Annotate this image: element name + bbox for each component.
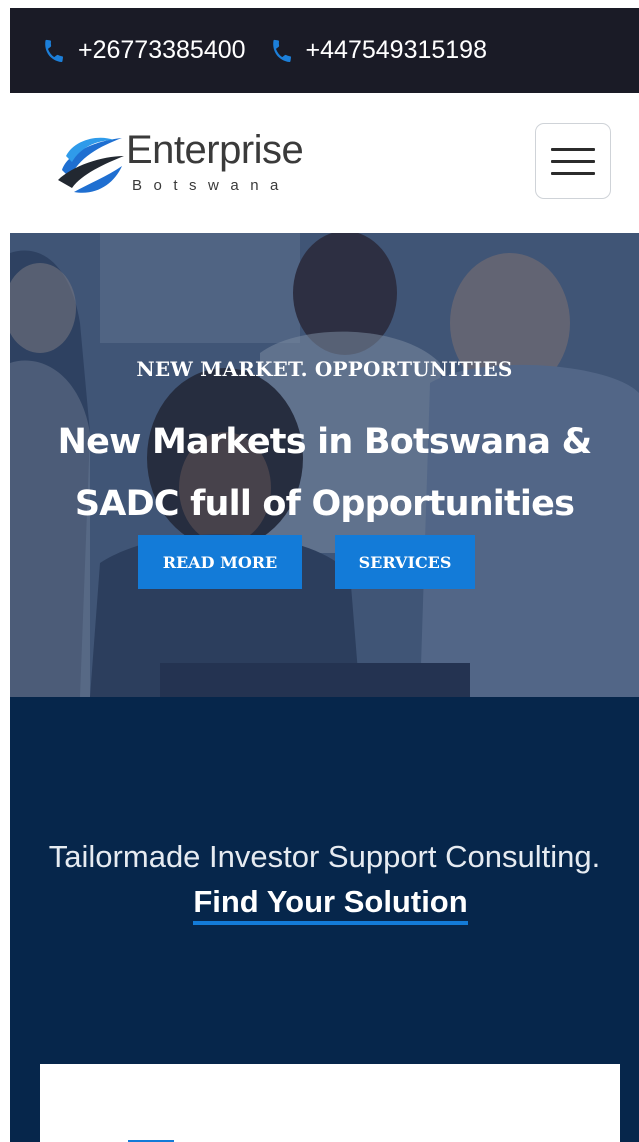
logo-subtitle: Botswana (132, 177, 290, 194)
hero-banner: NEW MARKET. OPPORTUNITIES New Markets in… (10, 233, 639, 697)
page: +26773385400 +447549315198 Enterprise Bo… (10, 8, 639, 1142)
hamburger-menu-button[interactable] (535, 123, 611, 199)
hamburger-menu-icon (551, 147, 595, 151)
logo-name: Enterprise (126, 128, 304, 172)
phone-number: +26773385400 (78, 36, 246, 64)
contact-bar: +26773385400 +447549315198 (10, 8, 639, 93)
phone-icon (272, 39, 291, 62)
site-logo[interactable]: Enterprise Botswana (52, 126, 342, 201)
find-your-solution-link[interactable]: Find Your Solution (193, 884, 468, 925)
globe-swoosh-logo-icon (58, 136, 124, 193)
phone-number: +447549315198 (305, 36, 487, 64)
phone-link-botswana[interactable]: +26773385400 (40, 36, 246, 65)
hero-title: New Markets in Botswana & SADC full of O… (57, 422, 592, 524)
investor-support-section: Tailormade Investor Support Consulting. … (10, 697, 639, 1142)
support-text: Tailormade Investor Support Consulting. (48, 839, 601, 874)
hamburger-menu-icon (551, 159, 595, 163)
site-header: Enterprise Botswana (10, 93, 639, 233)
phone-icon (45, 39, 63, 62)
phone-link-uk[interactable]: +447549315198 (268, 36, 487, 65)
hero-kicker: NEW MARKET. OPPORTUNITIES (136, 357, 513, 381)
service-card (40, 1064, 620, 1142)
services-button[interactable]: SERVICES (335, 535, 475, 589)
support-tagline: Tailormade Investor Support Consulting. … (10, 834, 639, 925)
read-more-button[interactable]: READ MORE (138, 535, 302, 589)
hamburger-menu-icon (551, 171, 595, 175)
